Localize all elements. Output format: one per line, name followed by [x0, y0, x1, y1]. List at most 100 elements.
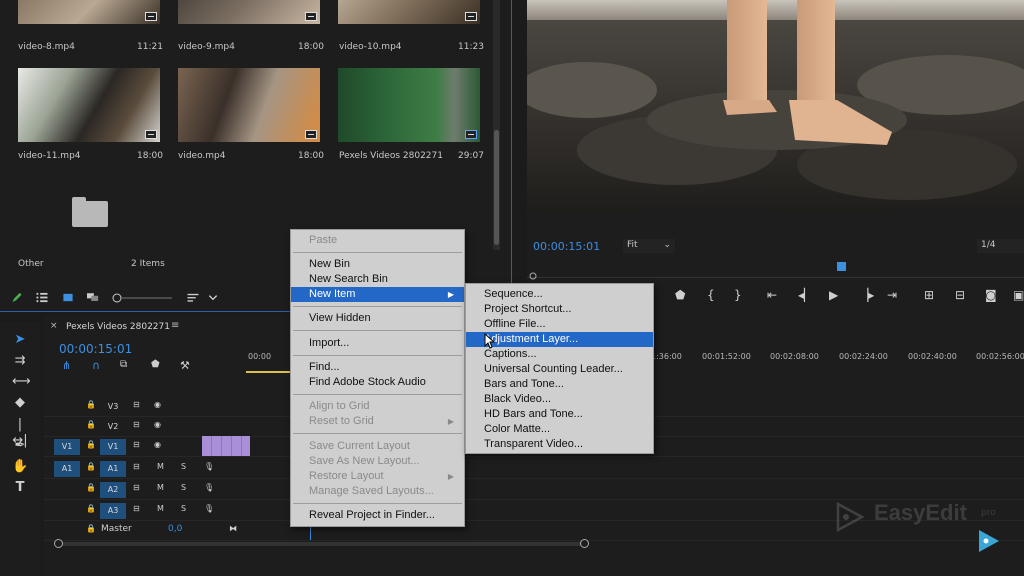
eye-icon[interactable]: ◉: [154, 400, 161, 409]
project-scrollbar[interactable]: [493, 0, 500, 250]
menu-item-new-item[interactable]: New Item ▶: [291, 287, 464, 302]
pencil-icon[interactable]: [11, 292, 23, 303]
menu-item-save-as-new-layout[interactable]: Save As New Layout...: [291, 454, 464, 469]
solo-icon[interactable]: S: [181, 504, 186, 513]
source-patch-v1[interactable]: V1: [54, 439, 80, 455]
freeform-view-icon[interactable]: [87, 292, 99, 303]
menu-item-find[interactable]: Find...: [291, 360, 464, 375]
zoom-level-dropdown[interactable]: Fit ⌄: [623, 239, 675, 253]
close-icon[interactable]: ×: [50, 321, 58, 331]
camera-icon[interactable]: ◙: [985, 288, 997, 302]
source-patch-a1[interactable]: A1: [54, 461, 80, 477]
submenu-item-transparent-video[interactable]: Transparent Video...: [466, 437, 653, 452]
track-row-a2[interactable]: 🔒 A2 ⊟ M S 🎙: [44, 479, 1024, 500]
slip-tool-icon[interactable]: |↔|: [12, 417, 28, 448]
marker-icon[interactable]: ⬟: [675, 288, 685, 302]
lock-icon[interactable]: 🔒: [86, 504, 96, 513]
snap-in-timeline-icon[interactable]: ⋔: [62, 359, 71, 372]
menu-item-find-adobe-stock-audio[interactable]: Find Adobe Stock Audio: [291, 375, 464, 390]
list-view-icon[interactable]: [36, 292, 48, 303]
selection-tool-icon[interactable]: ➤: [12, 332, 28, 348]
menu-item-new-bin[interactable]: New Bin: [291, 257, 464, 272]
type-tool-icon[interactable]: T: [12, 480, 28, 496]
hand-tool-icon[interactable]: ✋: [12, 459, 28, 475]
track-name[interactable]: A1: [100, 461, 126, 477]
track-row-a1[interactable]: A1 🔒 A1 ⊟ M S 🎙: [44, 458, 1024, 479]
mute-icon[interactable]: M: [157, 462, 164, 471]
menu-item-new-search-bin[interactable]: New Search Bin: [291, 272, 464, 287]
menu-item-paste[interactable]: Paste: [291, 233, 464, 248]
submenu-item-black-video[interactable]: Black Video...: [466, 392, 653, 407]
program-time-ruler[interactable]: [527, 262, 1024, 278]
lock-icon[interactable]: 🔒: [86, 483, 96, 492]
program-playhead[interactable]: [837, 262, 846, 271]
go-to-end-icon[interactable]: ⧓: [229, 524, 237, 533]
sync-lock-icon[interactable]: ⊟: [133, 504, 140, 513]
microphone-icon[interactable]: 🎙: [204, 504, 214, 513]
go-to-out-icon[interactable]: ⇥: [887, 288, 897, 302]
razor-tool-icon[interactable]: ◆: [12, 395, 28, 411]
microphone-icon[interactable]: 🎙: [204, 462, 214, 471]
submenu-item-sequence[interactable]: Sequence...: [466, 287, 653, 302]
mute-icon[interactable]: M: [157, 483, 164, 492]
solo-icon[interactable]: S: [181, 462, 186, 471]
linked-selection-icon[interactable]: ∩: [92, 359, 100, 372]
menu-item-save-current-layout[interactable]: Save Current Layout: [291, 439, 464, 454]
timeline-clip-v1[interactable]: [202, 436, 250, 456]
sync-lock-icon[interactable]: ⊟: [133, 400, 140, 409]
pen-tool-icon[interactable]: ✒: [12, 438, 28, 454]
track-name[interactable]: A3: [100, 503, 126, 519]
menu-item-align-to-grid[interactable]: Align to Grid: [291, 399, 464, 414]
timeline-scrollbar[interactable]: [54, 539, 589, 548]
playback-resolution-dropdown[interactable]: 1/4: [977, 239, 1024, 253]
sync-lock-icon[interactable]: ⊟: [133, 440, 140, 449]
extract-icon[interactable]: ⊟: [955, 288, 965, 302]
mute-icon[interactable]: M: [157, 504, 164, 513]
scrollbar-start-handle[interactable]: [54, 539, 63, 548]
submenu-item-offline-file[interactable]: Offline File...: [466, 317, 653, 332]
sync-lock-icon[interactable]: ⊟: [133, 483, 140, 492]
timeline-timecode[interactable]: 00:00:15:01: [59, 342, 132, 356]
button-editor-icon[interactable]: ▣: [1013, 288, 1024, 302]
add-marker-icon[interactable]: ⧉: [120, 359, 127, 370]
sync-lock-icon[interactable]: ⊟: [133, 462, 140, 471]
wrench-icon[interactable]: ⚒: [180, 359, 190, 372]
master-volume-value[interactable]: 0,0: [168, 524, 182, 534]
menu-item-manage-saved-layouts[interactable]: Manage Saved Layouts...: [291, 484, 464, 499]
submenu-item-bars-and-tone[interactable]: Bars and Tone...: [466, 377, 653, 392]
menu-item-view-hidden[interactable]: View Hidden: [291, 311, 464, 326]
track-name[interactable]: V2: [100, 419, 126, 435]
sort-icon[interactable]: [187, 292, 199, 303]
track-name[interactable]: V3: [100, 399, 126, 415]
eye-icon[interactable]: ◉: [154, 440, 161, 449]
step-forward-icon[interactable]: ▕▸: [859, 288, 874, 302]
menu-item-reveal-project-in-finder[interactable]: Reveal Project in Finder...: [291, 508, 464, 523]
step-back-icon[interactable]: ◂▏: [798, 288, 813, 302]
ripple-edit-tool-icon[interactable]: ⟷: [12, 374, 31, 390]
icon-view-icon[interactable]: [62, 292, 74, 303]
eye-icon[interactable]: ◉: [154, 420, 161, 429]
go-to-in-icon[interactable]: ⇤: [767, 288, 777, 302]
chevron-down-icon[interactable]: [207, 292, 219, 303]
menu-item-import[interactable]: Import...: [291, 336, 464, 351]
lock-icon[interactable]: 🔒: [86, 440, 96, 449]
menu-item-reset-to-grid[interactable]: Reset to Grid ▶: [291, 414, 464, 429]
folder-icon[interactable]: [72, 197, 108, 227]
submenu-item-hd-bars-and-tone[interactable]: HD Bars and Tone...: [466, 407, 653, 422]
track-name[interactable]: V1: [100, 439, 126, 455]
track-select-tool-icon[interactable]: ⇉: [12, 353, 28, 369]
program-timecode[interactable]: 00:00:15:01: [533, 240, 600, 253]
submenu-item-project-shortcut[interactable]: Project Shortcut...: [466, 302, 653, 317]
track-name[interactable]: A2: [100, 482, 126, 498]
sequence-tab[interactable]: Pexels Videos 2802271: [66, 322, 170, 332]
lock-icon[interactable]: 🔒: [86, 400, 96, 409]
sync-lock-icon[interactable]: ⊟: [133, 420, 140, 429]
lock-icon[interactable]: 🔒: [86, 420, 96, 429]
microphone-icon[interactable]: 🎙: [204, 483, 214, 492]
menu-item-restore-layout[interactable]: Restore Layout ▶: [291, 469, 464, 484]
lock-icon[interactable]: 🔒: [86, 462, 96, 471]
submenu-item-universal-counting-leader[interactable]: Universal Counting Leader...: [466, 362, 653, 377]
zoom-slider[interactable]: [112, 292, 174, 304]
solo-icon[interactable]: S: [181, 483, 186, 492]
mark-out-icon[interactable]: }: [734, 288, 742, 302]
